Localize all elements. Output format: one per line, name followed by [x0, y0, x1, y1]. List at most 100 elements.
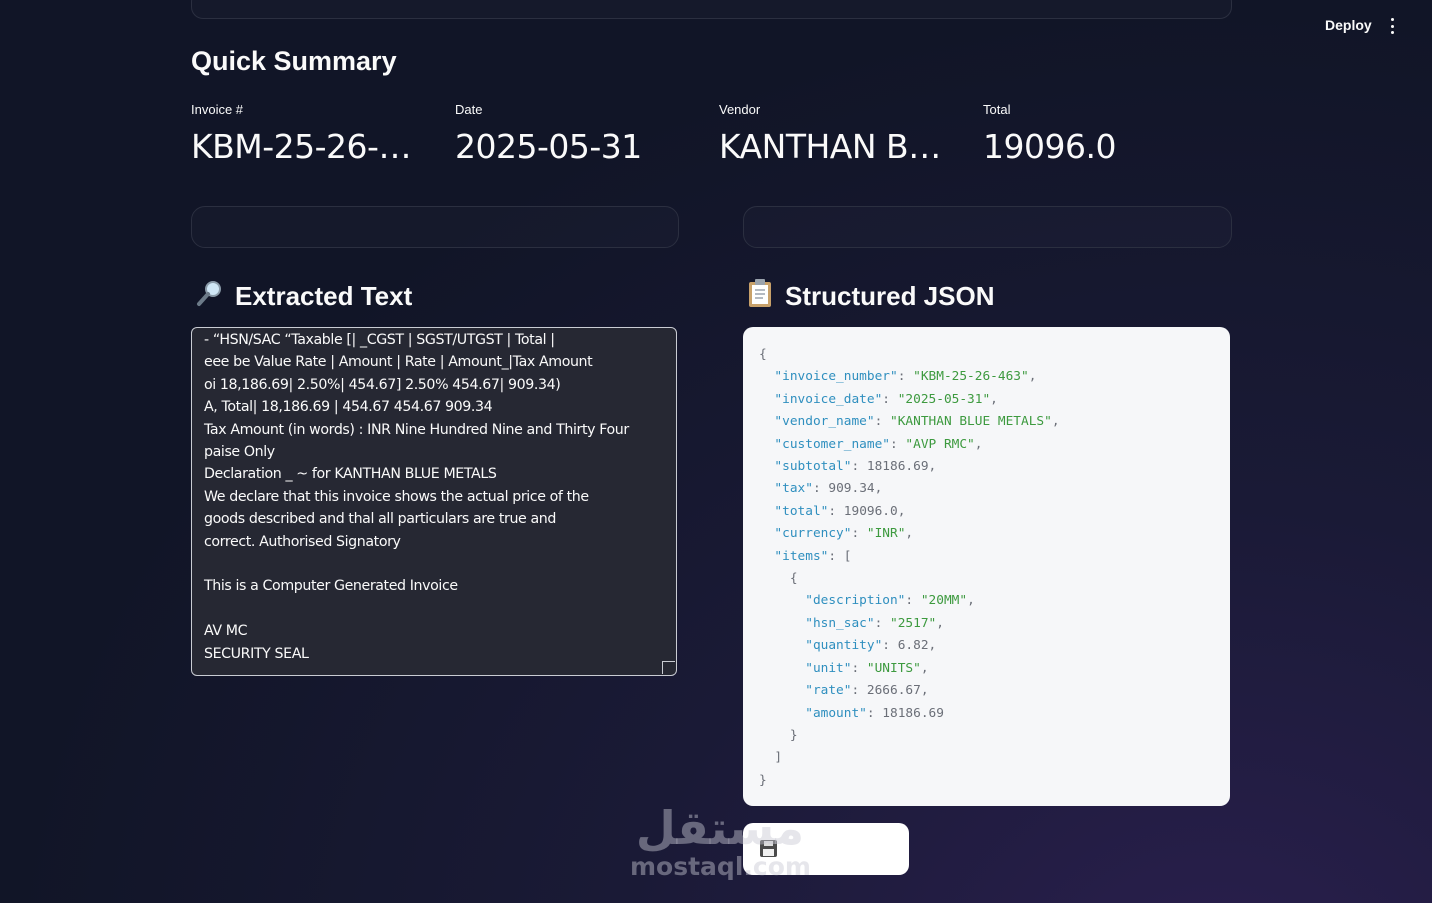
- json-line: }: [759, 770, 1214, 792]
- metric-value: 2025-05-31: [455, 127, 642, 166]
- watermark: مستقل mostaql.com: [630, 800, 811, 885]
- metric-value: KBM-25-26-463: [191, 127, 426, 166]
- json-string-value: "2517": [890, 615, 937, 631]
- json-punctuation: }: [759, 772, 767, 788]
- json-string-value: "2025-05-31": [897, 391, 991, 407]
- json-line: "tax": 909.34,: [774, 481, 883, 497]
- json-number-value: 18186.69: [882, 705, 944, 721]
- json-key: "vendor_name": [774, 414, 875, 430]
- json-line: "quantity": 6.82,: [805, 638, 937, 654]
- extracted-text-line: [204, 598, 664, 620]
- json-key: "currency": [774, 526, 852, 542]
- extracted-text-heading: Extracted Text: [195, 278, 412, 315]
- json-punctuation: {: [789, 571, 798, 587]
- json-line: {: [759, 344, 1214, 366]
- json-line: "description": "20MM",: [805, 593, 975, 609]
- json-line: "total": 19096.0,: [774, 503, 906, 519]
- json-key: "amount": [805, 705, 867, 721]
- expander-left[interactable]: [191, 206, 679, 248]
- json-number-value: 18186.69: [866, 459, 929, 475]
- extracted-text-line: Tax Amount (in words) : INR Nine Hundred…: [204, 421, 629, 438]
- json-line: "invoice_number": "KBM-25-26-463",: [774, 369, 1037, 385]
- json-viewer: { "invoice_number": "KBM-25-26-463", "in…: [743, 327, 1230, 806]
- extracted-text-line: SECURITY SEAL: [204, 645, 309, 662]
- json-line: }: [759, 725, 1214, 747]
- json-punctuation: }: [789, 727, 798, 743]
- metric-invoice: Invoice # KBM-25-26-463: [191, 102, 441, 166]
- extracted-text-line: Declaration _ ~ for KANTHAN BLUE METALS: [204, 466, 497, 483]
- json-string-value: "UNITS": [866, 660, 921, 676]
- section-title-quick-summary: Quick Summary: [191, 46, 397, 76]
- extracted-text-line: paise Only: [204, 444, 275, 461]
- json-punctuation: ]: [774, 750, 783, 766]
- json-key: "invoice_date": [774, 391, 883, 407]
- json-string-value: "INR": [866, 526, 906, 542]
- json-line: "amount": 18186.69: [805, 705, 944, 721]
- more-vertical-icon[interactable]: [1384, 18, 1400, 34]
- json-key: "quantity": [805, 638, 883, 654]
- json-key: "hsn_sac": [805, 615, 875, 631]
- json-line: "invoice_date": "2025-05-31",: [774, 391, 998, 407]
- extracted-text-line: - “HSN/SAC “Taxable [| _CGST | SGST/UTGS…: [204, 332, 555, 348]
- json-string-value: "AVP RMC": [905, 436, 975, 452]
- clipboard-icon: [745, 278, 775, 315]
- json-line: "currency": "INR",: [774, 526, 914, 542]
- extracted-text-line: This is a Computer Generated Invoice: [204, 578, 458, 595]
- json-line: "unit": "UNITS",: [805, 660, 929, 676]
- json-key: "total": [774, 503, 829, 519]
- metric-value: KANTHAN BLUE METALS: [719, 127, 954, 166]
- json-string-value: "KBM-25-26-463": [913, 369, 1029, 385]
- metric-label: Invoice #: [191, 102, 244, 117]
- extracted-text-line: goods described and thal all particulars…: [204, 511, 556, 528]
- json-line: "rate": 2666.67,: [805, 683, 929, 699]
- json-line: "vendor_name": "KANTHAN BLUE METALS",: [774, 414, 1060, 430]
- extracted-text-line: correct. Authorised Signatory: [204, 533, 401, 550]
- json-line: "customer_name": "AVP RMC",: [774, 436, 983, 452]
- json-key: "subtotal": [774, 459, 852, 475]
- json-line: {: [759, 568, 1214, 590]
- extracted-text-line: eee be Value Rate | Amount | Rate | Amou…: [204, 354, 593, 371]
- metric-vendor: Vendor KANTHAN BLUE METALS: [719, 102, 969, 166]
- magnifier-icon: [195, 278, 225, 315]
- resize-handle-icon[interactable]: [662, 661, 675, 674]
- json-line: ]: [759, 747, 1214, 769]
- metric-label: Total: [983, 102, 1011, 117]
- expander-right[interactable]: [743, 206, 1232, 248]
- extracted-text-title: Extracted Text: [235, 281, 413, 311]
- json-number-value: 2666.67: [866, 683, 921, 699]
- json-key: "description": [805, 593, 906, 609]
- json-string-value: "20MM": [920, 593, 968, 609]
- json-number-value: 6.82: [897, 638, 929, 654]
- watermark-latin: mostaql.com: [630, 852, 811, 881]
- json-key: "unit": [805, 660, 852, 676]
- extracted-text-line: oi 18,186.69| 2.50%| 454.67] 2.50% 454.6…: [204, 376, 561, 393]
- json-key: "invoice_number": [774, 369, 898, 385]
- json-key: "items": [774, 548, 829, 564]
- json-string-value: "KANTHAN BLUE METALS": [890, 414, 1052, 430]
- metric-label: Date: [455, 102, 483, 117]
- structured-json-title: Structured JSON: [785, 281, 995, 311]
- json-number-value: 19096.0: [843, 503, 898, 519]
- json-key: "customer_name": [774, 436, 890, 452]
- json-punctuation: [: [843, 548, 852, 564]
- deploy-button[interactable]: Deploy: [1325, 17, 1372, 33]
- watermark-arabic: مستقل: [635, 801, 805, 855]
- json-key: "rate": [805, 683, 852, 699]
- metric-date: Date 2025-05-31: [455, 102, 705, 166]
- json-line: "items": [: [774, 548, 852, 564]
- metric-value: 19096.0: [983, 127, 1116, 166]
- metric-total: Total 19096.0: [983, 102, 1233, 166]
- structured-json-heading: Structured JSON: [745, 278, 995, 315]
- extracted-text-area[interactable]: - “HSN/SAC “Taxable [| _CGST | SGST/UTGS…: [191, 327, 677, 676]
- json-number-value: 909.34: [828, 481, 875, 497]
- extracted-text-line: We declare that this invoice shows the a…: [204, 488, 589, 505]
- json-key: "tax": [774, 481, 813, 497]
- metric-label: Vendor: [719, 102, 761, 117]
- json-punctuation: {: [759, 347, 767, 362]
- top-container: [191, 0, 1232, 19]
- json-line: "hsn_sac": "2517",: [805, 615, 944, 631]
- extracted-text-line: [204, 553, 664, 575]
- extracted-text-line: AV MC: [204, 623, 248, 640]
- extracted-text-line: A, Total| 18,186.69 | 454.67 454.67 909.…: [204, 399, 493, 416]
- json-line: "subtotal": 18186.69,: [774, 459, 937, 475]
